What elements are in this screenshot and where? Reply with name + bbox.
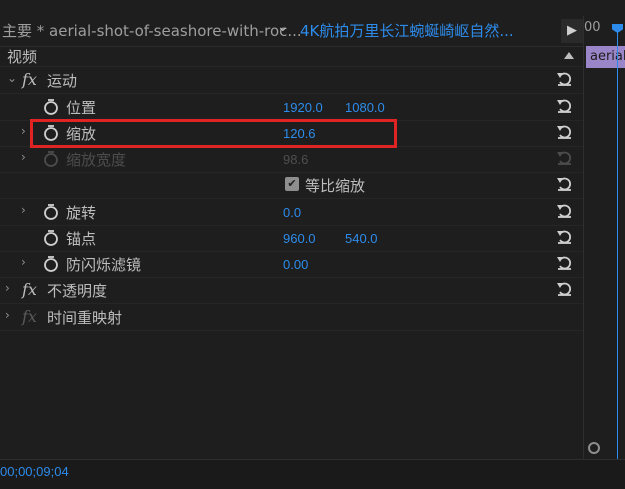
- fx-icon: fx: [22, 307, 37, 326]
- mini-timeline[interactable]: 00 aerial-: [583, 16, 625, 460]
- motion-label: 运动: [47, 72, 78, 90]
- reset-icon[interactable]: [556, 280, 573, 297]
- position-label: 位置: [66, 99, 97, 117]
- fx-icon[interactable]: fx: [22, 70, 37, 89]
- stopwatch-icon[interactable]: [43, 255, 59, 272]
- scale-width-label: 缩放宽度: [66, 151, 127, 169]
- chevron-right-icon[interactable]: ›: [21, 124, 26, 138]
- play-triangle-icon[interactable]: ▶: [561, 19, 583, 43]
- fx-icon[interactable]: fx: [22, 280, 37, 299]
- uniform-scale-checkbox[interactable]: ✔: [285, 177, 299, 191]
- reset-icon[interactable]: [556, 97, 573, 114]
- scale-highlight-box: [30, 119, 397, 148]
- rotation-label: 旋转: [66, 204, 97, 222]
- reset-icon[interactable]: [556, 175, 573, 192]
- section-label: 视频: [7, 48, 38, 66]
- reset-icon[interactable]: [556, 202, 573, 219]
- chevron-right-icon[interactable]: ›: [21, 150, 26, 164]
- rotation-value[interactable]: 0.0: [283, 205, 301, 220]
- scale-width-row: › 缩放宽度 98.6: [0, 146, 583, 173]
- anti-flicker-label: 防闪烁滤镜: [66, 256, 142, 274]
- stopwatch-icon[interactable]: [43, 203, 59, 220]
- anchor-point-row: 锚点 960.0 540.0: [0, 225, 583, 252]
- collapse-up-icon[interactable]: [563, 50, 575, 60]
- chevron-down-icon[interactable]: ⌄: [277, 19, 289, 35]
- opacity-effect-row[interactable]: › fx 不透明度: [0, 277, 583, 304]
- anchor-x-value[interactable]: 960.0: [283, 231, 316, 246]
- stopwatch-icon[interactable]: [43, 98, 59, 115]
- timecode-bar: 00;00;09;04: [0, 459, 625, 489]
- position-row: 位置 1920.0 1080.0: [0, 94, 583, 121]
- chevron-right-icon[interactable]: ›: [21, 203, 26, 217]
- collapse-chevron-icon[interactable]: ⌄: [7, 71, 17, 85]
- anti-flicker-value[interactable]: 0.00: [283, 257, 308, 272]
- position-y-value[interactable]: 1080.0: [345, 100, 385, 115]
- clip-bar[interactable]: aerial-: [586, 46, 625, 68]
- reset-icon[interactable]: [556, 228, 573, 245]
- uniform-scale-label[interactable]: 等比缩放: [305, 175, 365, 196]
- chevron-right-icon[interactable]: ›: [21, 255, 26, 269]
- chevron-right-icon[interactable]: ›: [5, 308, 10, 322]
- uniform-scale-row: ✔ 等比缩放: [0, 172, 583, 199]
- reset-icon[interactable]: [556, 70, 573, 87]
- stopwatch-icon: [44, 151, 58, 167]
- master-clip-tab[interactable]: 主要 * aerial-shot-of-seashore-with-roc...: [2, 20, 302, 41]
- motion-effect-row[interactable]: ⌄ fx 运动: [0, 67, 583, 94]
- rotation-row: › 旋转 0.0: [0, 199, 583, 226]
- chevron-right-icon[interactable]: ›: [5, 281, 10, 295]
- effect-controls-header: 主要 * aerial-shot-of-seashore-with-roc...…: [0, 16, 583, 47]
- opacity-label: 不透明度: [47, 282, 108, 300]
- reset-icon[interactable]: [556, 254, 573, 271]
- anchor-point-label: 锚点: [66, 230, 97, 248]
- video-section-header: 视频: [0, 44, 583, 67]
- ruler-label: 00: [584, 20, 601, 35]
- zoom-scroll-handle[interactable]: [588, 442, 600, 454]
- reset-icon[interactable]: [556, 123, 573, 140]
- time-remap-effect-row[interactable]: › fx 时间重映射: [0, 304, 583, 331]
- anti-flicker-row: › 防闪烁滤镜 0.00: [0, 251, 583, 278]
- reset-icon: [557, 151, 571, 165]
- stopwatch-icon[interactable]: [43, 229, 59, 246]
- current-timecode[interactable]: 00;00;09;04: [0, 464, 69, 479]
- scale-width-value: 98.6: [283, 152, 309, 167]
- sequence-clip-tab[interactable]: 4K航拍万里长江蜿蜒崎岖自然...: [300, 20, 514, 41]
- playhead-line[interactable]: [617, 30, 618, 460]
- anchor-y-value[interactable]: 540.0: [345, 231, 378, 246]
- position-x-value[interactable]: 1920.0: [283, 100, 323, 115]
- time-remap-label: 时间重映射: [47, 309, 123, 327]
